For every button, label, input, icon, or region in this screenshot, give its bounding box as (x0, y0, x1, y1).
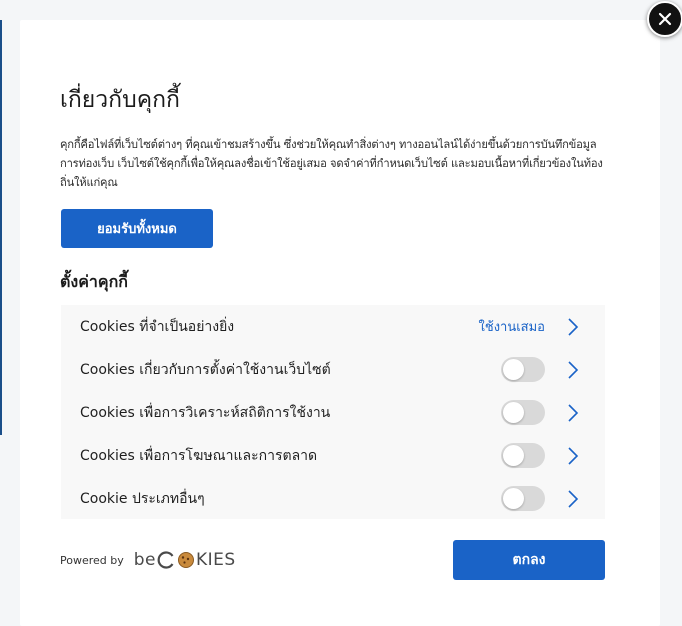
powered-by-label: Powered by (60, 553, 124, 567)
category-toggle-analytics[interactable] (501, 400, 545, 425)
dialog-title: เกี่ยวกับคุกกี้ (60, 87, 180, 113)
cookie-category-list: Cookies ที่จำเป็นอย่างยิ่ง ใช้งานเสมอ Co… (61, 305, 605, 519)
cookie-icon (178, 552, 195, 568)
close-icon (658, 12, 672, 26)
toggle-knob (503, 402, 524, 423)
category-row-analytics[interactable]: Cookies เพื่อการวิเคราะห์สถิติการใช้งาน (61, 391, 605, 434)
becookies-logo: be KIES (134, 550, 236, 570)
category-row-preferences[interactable]: Cookies เกี่ยวกับการตั้งค่าใช้งานเว็บไซต… (61, 348, 605, 391)
category-toggle-other[interactable] (501, 486, 545, 511)
toggle-knob (503, 488, 524, 509)
powered-by: Powered by be KIES (60, 550, 236, 570)
chevron-right-icon[interactable] (567, 446, 579, 466)
always-active-status: ใช้งานเสมอ (478, 320, 545, 335)
dialog-description: คุกกี้คือไฟล์ที่เว็บไซต์ต่างๆ ที่คุณเข้า… (60, 138, 603, 189)
brand-suffix: KIES (196, 550, 236, 570)
category-row-other[interactable]: Cookie ประเภทอื่นๆ (61, 477, 605, 520)
cookie-settings-heading: ตั้งค่าคุกกี้ (60, 272, 128, 291)
ok-button[interactable]: ตกลง (453, 540, 605, 580)
cookie-c-icon (157, 551, 174, 569)
category-toggle-marketing[interactable] (501, 443, 545, 468)
category-label: Cookies เกี่ยวกับการตั้งค่าใช้งานเว็บไซต… (80, 361, 331, 378)
category-label: Cookies ที่จำเป็นอย่างยิ่ง (80, 318, 235, 335)
category-label: Cookies เพื่อการโฆษณาและการตลาด (80, 447, 318, 464)
chevron-right-icon[interactable] (567, 360, 579, 380)
accept-all-button[interactable]: ยอมรับทั้งหมด (61, 209, 213, 248)
background-edge (0, 20, 2, 435)
category-label: Cookies เพื่อการวิเคราะห์สถิติการใช้งาน (80, 404, 331, 421)
chevron-right-icon[interactable] (567, 489, 579, 509)
close-button[interactable] (647, 1, 682, 37)
brand-prefix: be (133, 550, 157, 570)
category-row-necessary[interactable]: Cookies ที่จำเป็นอย่างยิ่ง ใช้งานเสมอ (61, 305, 605, 348)
cookie-dialog: เกี่ยวกับคุกกี้ คุกกี้คือไฟล์ที่เว็บไซต์… (20, 20, 660, 626)
category-label: Cookie ประเภทอื่นๆ (80, 490, 205, 507)
chevron-right-icon[interactable] (567, 317, 579, 337)
category-toggle-preferences[interactable] (501, 357, 545, 382)
category-row-marketing[interactable]: Cookies เพื่อการโฆษณาและการตลาด (61, 434, 605, 477)
toggle-knob (503, 359, 524, 380)
toggle-knob (503, 445, 524, 466)
chevron-right-icon[interactable] (567, 403, 579, 423)
